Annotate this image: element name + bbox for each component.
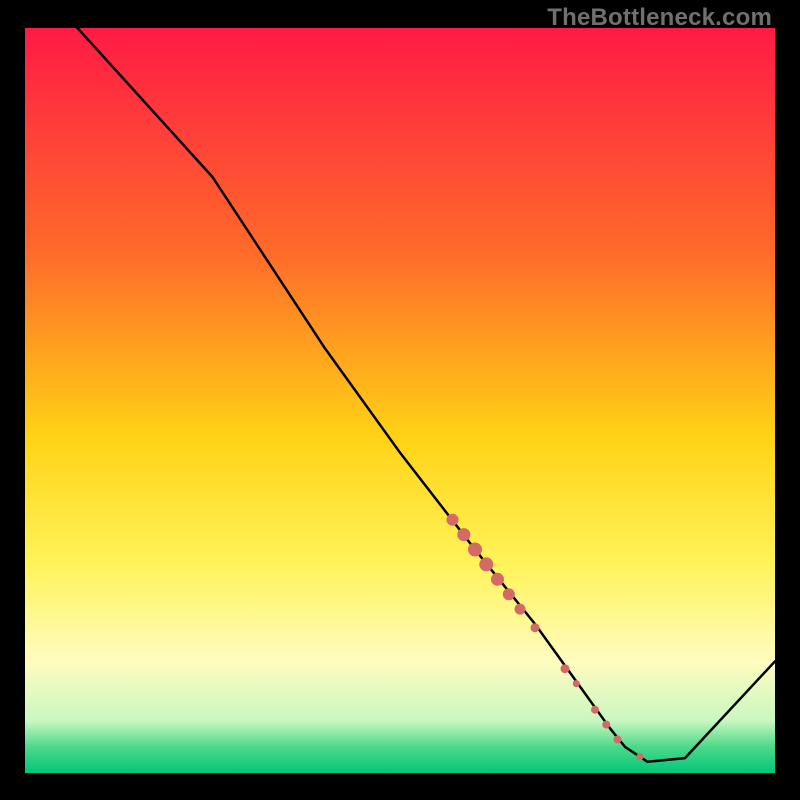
data-point: [591, 706, 599, 714]
data-point: [457, 528, 470, 541]
data-point: [468, 543, 482, 557]
data-point: [503, 588, 515, 600]
chart-svg: [25, 28, 775, 773]
data-point: [637, 753, 644, 760]
data-point: [479, 557, 493, 571]
data-point: [561, 664, 570, 673]
data-point: [531, 623, 540, 632]
data-point: [602, 721, 610, 729]
data-point: [573, 680, 580, 687]
data-point: [614, 736, 622, 744]
data-point: [491, 573, 504, 586]
data-point: [447, 514, 459, 526]
data-point: [515, 604, 526, 615]
chart-frame: [25, 28, 775, 773]
chart-background: [25, 28, 775, 773]
